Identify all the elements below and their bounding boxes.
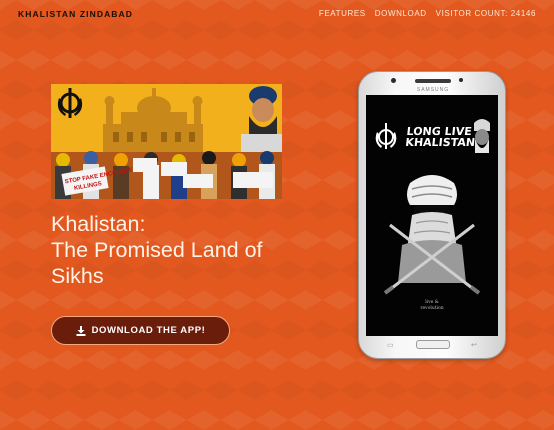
hero-title-line-1: Khalistan: xyxy=(51,212,146,236)
visitor-count: VISITOR COUNT: 24146 xyxy=(435,9,536,18)
brand-logo-text[interactable]: KHALISTAN ZINDABAD xyxy=(18,9,133,19)
screen-tagline-line-2: revolution xyxy=(420,306,444,311)
download-app-button[interactable]: DOWNLOAD THE APP! xyxy=(51,316,230,345)
hero-title-line-2: The Promised Land of xyxy=(51,238,263,262)
nav-features-link[interactable]: FEATURES xyxy=(319,9,366,18)
khanda-icon xyxy=(375,123,397,149)
hero-title: Khalistan: The Promised Land of Sikhs xyxy=(51,211,331,289)
hero-collage-graphic: STOP FAKE ENCOUNTER KILLINGS xyxy=(51,84,282,199)
phone-screen: LONG LIVE KHALISTAN live & revolution xyxy=(366,95,498,336)
back-softkey-icon: ▭ xyxy=(387,342,394,349)
screen-tagline: live & revolution xyxy=(416,300,448,312)
back-arrow-softkey-icon: ↩ xyxy=(471,342,477,349)
download-icon xyxy=(76,325,86,336)
nav-download-link[interactable]: DOWNLOAD xyxy=(375,9,427,18)
screen-headline-line-2: KHALISTAN xyxy=(404,136,476,149)
nav-links: FEATURES DOWNLOAD VISITOR COUNT: 24146 xyxy=(319,9,536,18)
masked-figure-illustration xyxy=(383,175,481,295)
screen-headline: LONG LIVE KHALISTAN xyxy=(404,125,477,149)
navbar: KHALISTAN ZINDABAD FEATURES DOWNLOAD VIS… xyxy=(0,0,554,28)
hero-title-line-3: Sikhs xyxy=(51,264,104,288)
portrait-sketch xyxy=(474,119,490,153)
phone-brand: SAMSUNG xyxy=(416,87,450,93)
phone-sensor xyxy=(459,78,463,82)
phone-mockup: SAMSUNG LONG LIVE KHALISTAN live & revol… xyxy=(358,71,506,359)
phone-speaker xyxy=(415,79,451,83)
hero-collage-image: STOP FAKE ENCOUNTER KILLINGS xyxy=(51,84,282,199)
home-button xyxy=(416,340,450,349)
phone-camera xyxy=(391,78,396,83)
download-button-label: DOWNLOAD THE APP! xyxy=(91,325,206,336)
